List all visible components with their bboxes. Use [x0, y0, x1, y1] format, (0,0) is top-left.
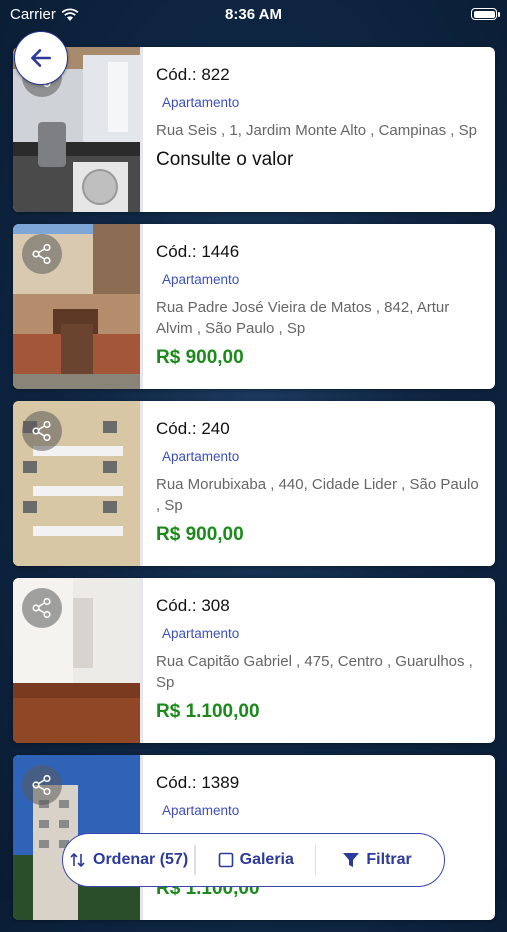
listing-code: Cód.: 1446 — [156, 242, 240, 261]
arrow-left-icon — [31, 49, 51, 67]
divider — [194, 845, 196, 875]
listing-price: Consulte o valor — [156, 149, 294, 170]
divider — [314, 845, 317, 875]
property-type: Apartamento — [162, 449, 240, 464]
share-icon — [32, 774, 51, 796]
filter-button[interactable]: Filtrar — [342, 851, 412, 869]
listing-code: Cód.: 822 — [156, 65, 230, 84]
gallery-button[interactable]: Galeria — [218, 851, 294, 869]
listing-card[interactable]: Cód.: 240 Apartamento Rua Morubixaba , 4… — [13, 401, 495, 566]
property-type: Apartamento — [162, 95, 240, 110]
listing-card[interactable]: Cód.: 822 Apartamento Rua Seis , 1, Jard… — [13, 47, 495, 212]
listing-list: Cód.: 822 Apartamento Rua Seis , 1, Jard… — [13, 47, 495, 932]
listing-price: R$ 900,00 — [156, 347, 244, 368]
sort-arrows-icon — [70, 852, 85, 868]
listing-price: R$ 900,00 — [156, 524, 244, 545]
share-icon — [32, 243, 51, 265]
property-photo[interactable] — [13, 578, 143, 743]
share-button[interactable] — [22, 411, 62, 451]
listing-card[interactable]: Cód.: 308 Apartamento Rua Capitão Gabrie… — [13, 578, 495, 743]
property-type: Apartamento — [162, 626, 240, 641]
battery-icon — [471, 8, 500, 20]
share-icon — [32, 597, 51, 619]
listing-address: Rua Seis , 1, Jardim Monte Alto , Campin… — [156, 122, 477, 139]
share-icon — [32, 420, 51, 442]
listing-address: Rua Capitão Gabriel , 475, Centro , Guar… — [156, 653, 473, 691]
listing-code: Cód.: 308 — [156, 596, 230, 615]
property-photo[interactable] — [13, 224, 143, 389]
listing-code: Cód.: 1389 — [156, 773, 240, 792]
share-button[interactable] — [22, 234, 62, 274]
listing-code: Cód.: 240 — [156, 419, 230, 438]
listing-card[interactable]: Cód.: 1446 Apartamento Rua Padre José Vi… — [13, 224, 495, 389]
share-button[interactable] — [22, 765, 62, 805]
listing-info: Cód.: 240 Apartamento Rua Morubixaba , 4… — [156, 413, 485, 546]
listing-info: Cód.: 308 Apartamento Rua Capitão Gabrie… — [156, 590, 485, 723]
listing-info: Cód.: 1446 Apartamento Rua Padre José Vi… — [156, 236, 485, 369]
checkbox-icon — [218, 852, 233, 868]
gallery-label: Galeria — [239, 851, 294, 868]
property-type: Apartamento — [162, 803, 240, 818]
filter-icon — [343, 853, 360, 867]
sort-label: Ordenar (57) — [93, 851, 189, 868]
listing-price: R$ 1.100,00 — [156, 701, 260, 722]
filter-label: Filtrar — [366, 851, 412, 868]
clock: 8:36 AM — [225, 6, 282, 23]
bottom-action-bar: Ordenar (57) Galeria Filtrar — [62, 833, 445, 887]
share-button[interactable] — [22, 588, 62, 628]
property-photo[interactable] — [13, 401, 143, 566]
back-button[interactable] — [14, 31, 68, 85]
sort-button[interactable]: Ordenar (57) — [69, 851, 188, 869]
listing-info: Cód.: 822 Apartamento Rua Seis , 1, Jard… — [156, 59, 485, 171]
property-type: Apartamento — [162, 272, 240, 287]
status-bar: Carrier 8:36 AM — [0, 0, 507, 30]
listing-address: Rua Padre José Vieira de Matos , 842, Ar… — [156, 299, 450, 337]
listing-address: Rua Morubixaba , 440, Cidade Lider , São… — [156, 476, 479, 514]
